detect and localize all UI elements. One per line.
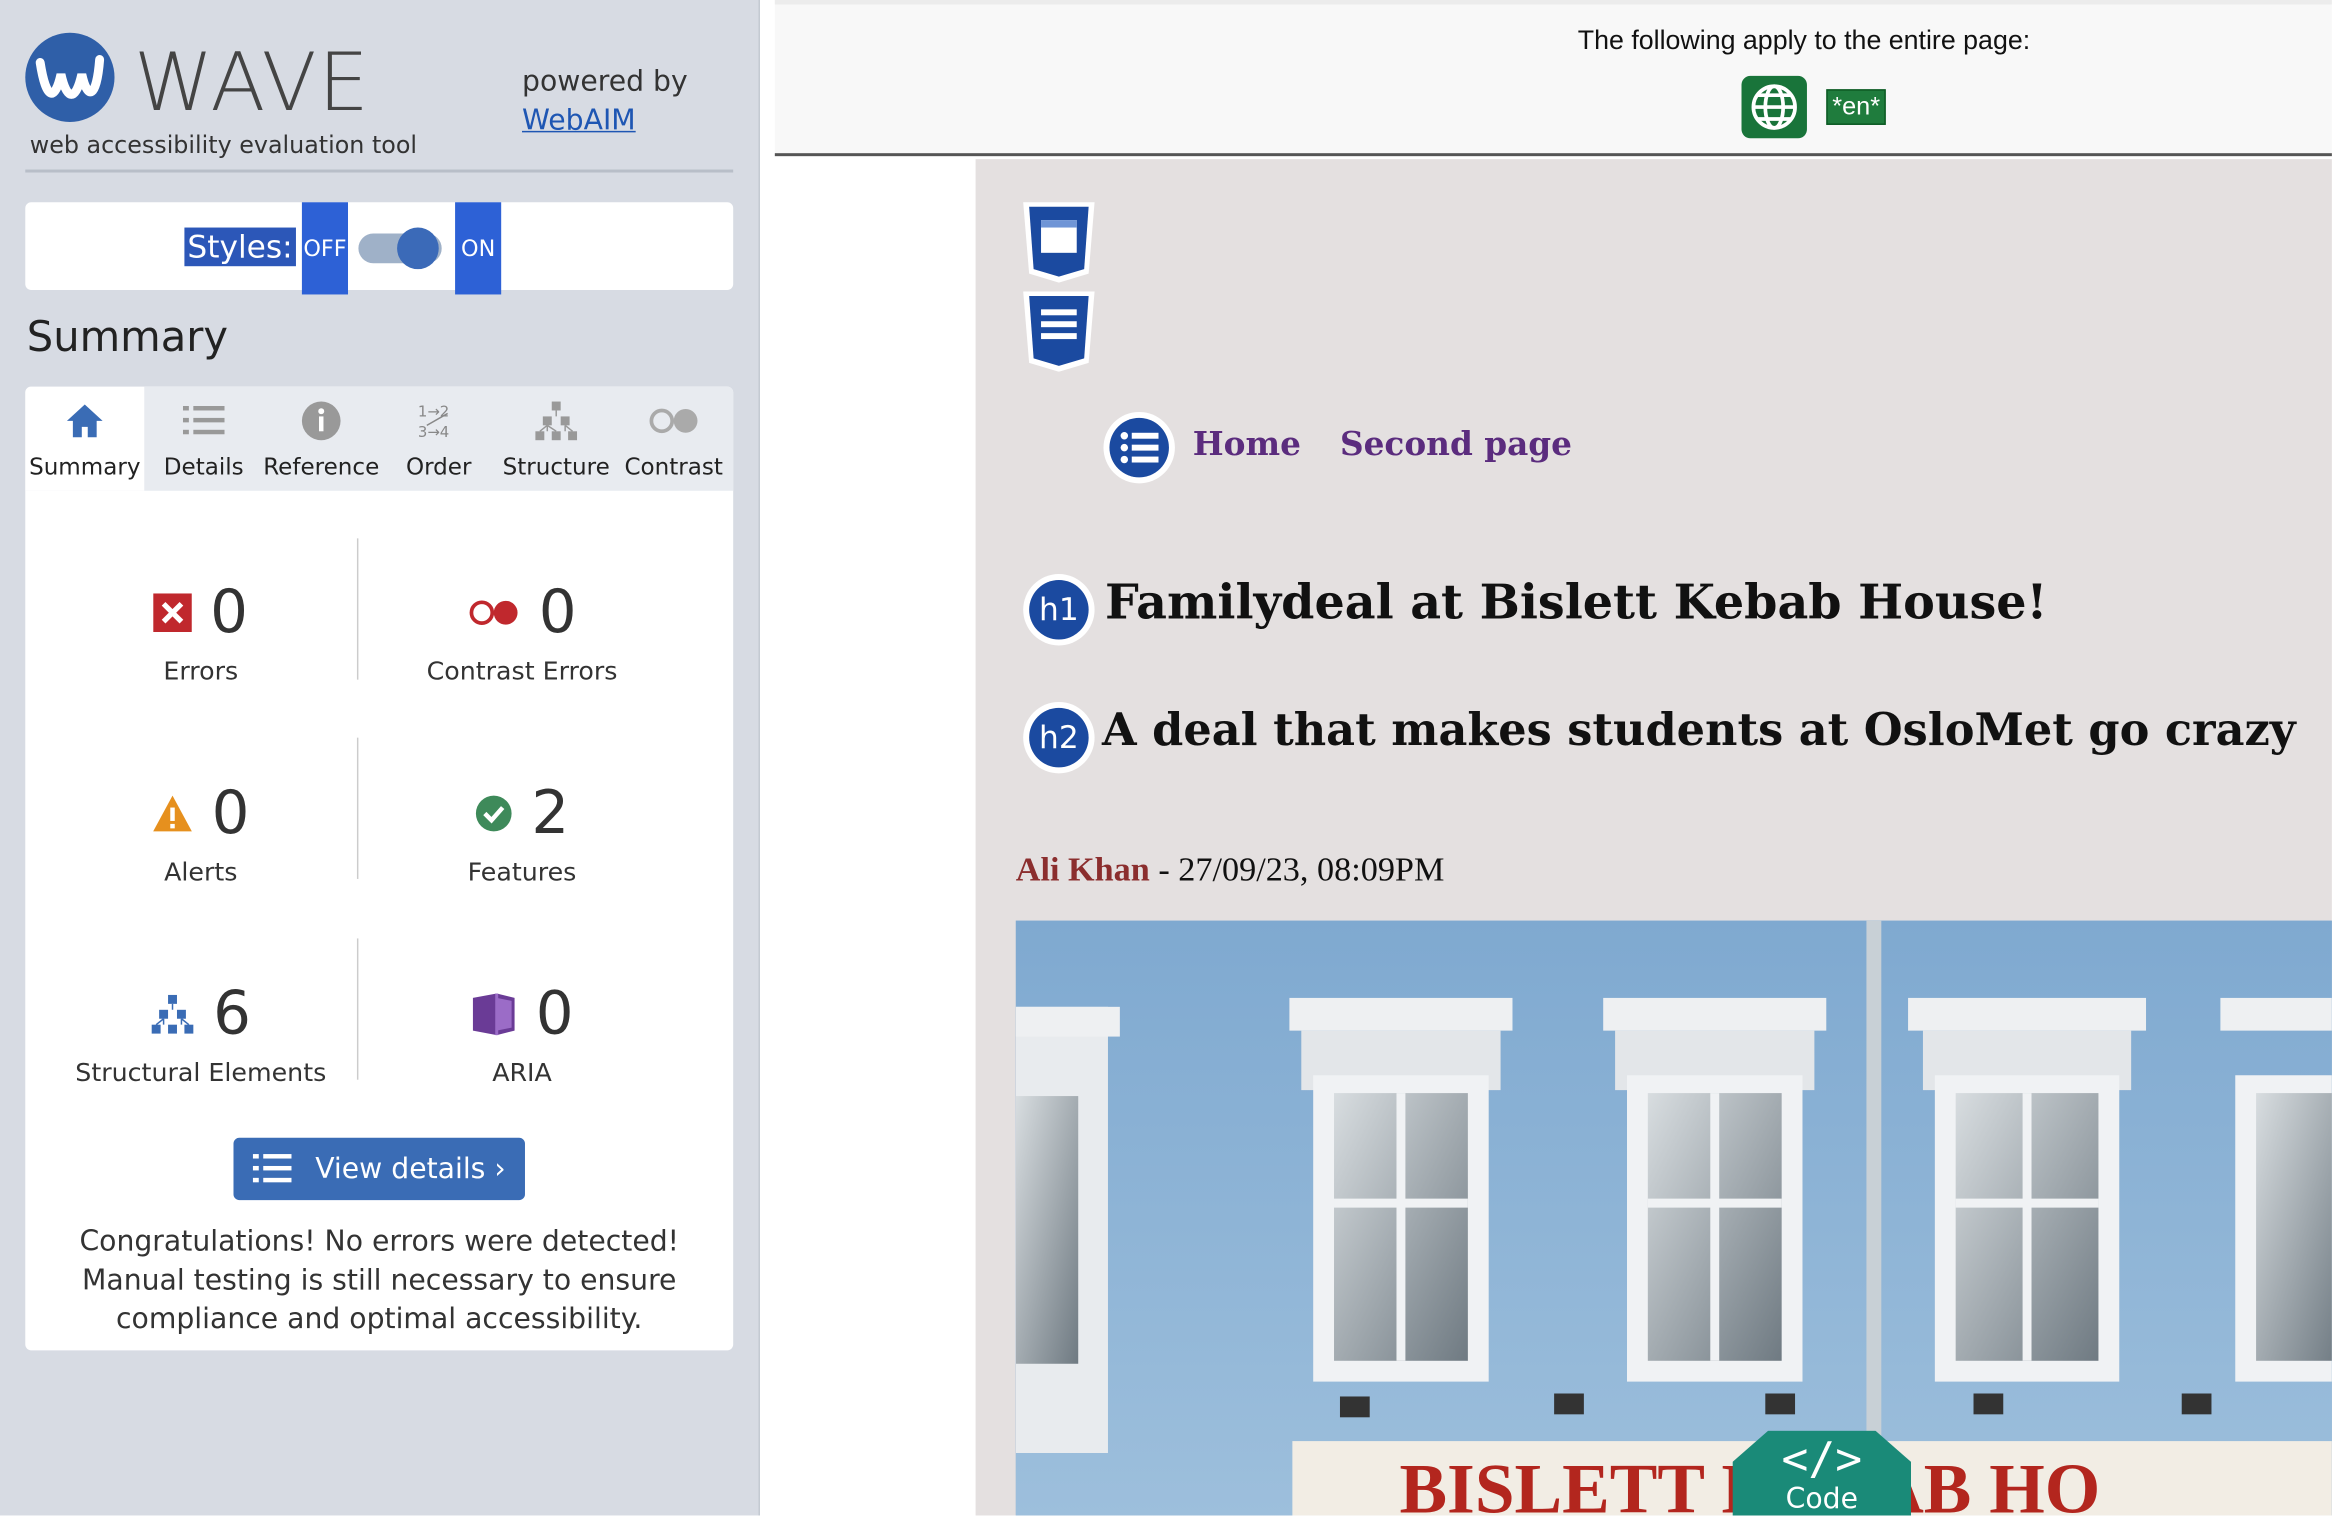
page-heading-h2: A deal that makes students at OsloMet go…: [1102, 704, 2296, 757]
tab-label: Structure: [502, 453, 610, 481]
article-date: - 27/09/23, 08:09PM: [1149, 850, 1445, 888]
code-icon: </>: [1781, 1433, 1863, 1486]
features-count: 2: [531, 779, 570, 848]
article-photo: BISLETT KEBAB HO: [1015, 920, 2332, 1516]
feature-check-icon: [476, 795, 512, 832]
h1-badge-text: h1: [1029, 580, 1089, 640]
webaim-link[interactable]: WebAIM: [522, 104, 636, 137]
panel-tabs: Summary Details Reference 1→2 3→4 Order S…: [25, 386, 734, 491]
aria-icon: [473, 993, 515, 1036]
list-icon: [252, 1154, 292, 1183]
order-icon: 1→23→4: [418, 402, 449, 441]
contrast-errors-count: 0: [538, 578, 577, 647]
structure-icon: [535, 401, 578, 441]
stat-errors[interactable]: 0 Errors: [34, 577, 367, 687]
summary-panel: Summary Details Reference 1→2 3→4 Order S…: [25, 386, 734, 1351]
h2-badge-text: h2: [1029, 707, 1089, 768]
home-icon: [66, 404, 103, 438]
divider: [25, 169, 734, 173]
app-subtitle: web accessibility evaluation tool: [29, 130, 417, 160]
powered-by-text: powered by: [522, 65, 688, 99]
list-icon: [182, 406, 225, 435]
alerts-label: Alerts: [164, 858, 238, 888]
tab-details[interactable]: Details: [144, 387, 263, 491]
stat-structural[interactable]: 6 Structural Elements: [34, 979, 367, 1089]
tab-label: Order: [405, 453, 472, 481]
aria-count: 0: [535, 980, 574, 1049]
powered-by: powered by WebAIM: [522, 62, 688, 139]
features-label: Features: [467, 858, 577, 888]
code-toggle-button[interactable]: </> Code: [1732, 1430, 1912, 1516]
alerts-count: 0: [211, 779, 250, 848]
h1-badge-icon[interactable]: h1: [1023, 574, 1095, 646]
styles-on-button[interactable]: ON: [455, 202, 502, 295]
view-details-button[interactable]: View details ›: [233, 1137, 525, 1201]
styles-toggle-knob[interactable]: [397, 227, 439, 270]
structure-tree-icon: [152, 994, 194, 1034]
tab-order[interactable]: 1→2 3→4 Order: [379, 387, 498, 491]
tab-reference[interactable]: Reference: [262, 387, 381, 491]
alert-icon: [153, 795, 193, 832]
h2-badge-icon[interactable]: h2: [1023, 701, 1095, 774]
view-details-label: View details ›: [315, 1152, 506, 1186]
tab-label: Summary: [29, 453, 141, 481]
contrast-errors-label: Contrast Errors: [426, 657, 618, 688]
header-region-icon[interactable]: [1020, 199, 1097, 283]
stat-aria[interactable]: 0 ARIA: [355, 979, 688, 1089]
styles-toggle-box: Styles: OFF ON: [25, 202, 734, 295]
congrats-message: Congratulations! No errors were detected…: [79, 1225, 679, 1336]
errors-label: Errors: [163, 657, 239, 688]
article-author[interactable]: Ali Khan: [1016, 851, 1150, 888]
tab-label: Contrast: [624, 453, 723, 481]
svg-text:3→4: 3→4: [418, 423, 449, 441]
errors-count: 0: [210, 578, 248, 647]
page-apply-text: The following apply to the entire page:: [1577, 25, 2031, 56]
info-icon: [301, 401, 341, 441]
stat-alerts[interactable]: 0 Alerts: [34, 778, 367, 888]
structural-count: 6: [213, 980, 251, 1049]
stat-contrast-errors[interactable]: 0 Contrast Errors: [355, 577, 688, 688]
tab-contrast[interactable]: Contrast: [614, 387, 733, 491]
navigation-icon[interactable]: [1103, 411, 1175, 484]
stat-features[interactable]: 2 Features: [355, 778, 688, 888]
page-heading-h1: Familydeal at Bislett Kebab House!: [1104, 574, 2048, 631]
svg-text:1→2: 1→2: [418, 402, 449, 420]
nav-link-home[interactable]: Home: [1193, 425, 1301, 464]
tab-label: Reference: [263, 453, 380, 481]
styles-label: Styles:: [184, 227, 296, 267]
wave-sidebar: WAVE web accessibility evaluation tool p…: [0, 0, 760, 1516]
contrast-icon: [649, 408, 698, 434]
tab-structure[interactable]: Structure: [497, 387, 616, 491]
nav-link-second-page[interactable]: Second page: [1340, 425, 1572, 464]
app-root: WAVE web accessibility evaluation tool p…: [0, 0, 2332, 1516]
language-globe-icon[interactable]: [1741, 75, 1807, 139]
page-margin: [774, 159, 976, 1516]
article-byline: Ali Khan - 27/09/23, 08:09PM: [1016, 851, 1445, 890]
contrast-error-icon: [469, 600, 518, 625]
language-tag[interactable]: *en*: [1826, 89, 1886, 125]
main-region-icon[interactable]: [1020, 289, 1097, 372]
wave-logo-icon: [25, 32, 115, 122]
error-icon: [153, 593, 193, 633]
summary-heading: Summary: [26, 312, 229, 362]
tab-summary[interactable]: Summary: [25, 386, 145, 491]
styles-off-button[interactable]: OFF: [301, 202, 349, 295]
code-button-label: Code: [1785, 1482, 1859, 1516]
page-wide-annotations-bar: The following apply to the entire page: …: [774, 0, 2332, 157]
app-title: WAVE: [133, 35, 371, 130]
structural-label: Structural Elements: [75, 1058, 327, 1089]
aria-label: ARIA: [492, 1058, 552, 1089]
tab-label: Details: [163, 453, 244, 481]
